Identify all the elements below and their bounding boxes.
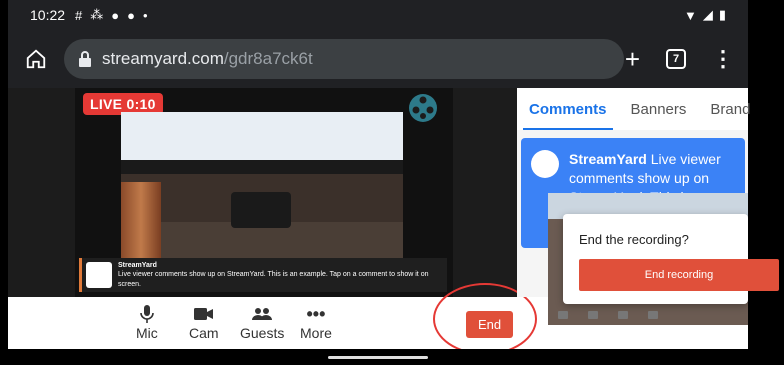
modal-control-icons [548,311,748,325]
tab-banners[interactable]: Banners [631,89,687,130]
browser-toolbar: streamyard.com/gdr8a7ck6t + 7 ⋮ [8,30,748,88]
navigation-bar [8,349,748,365]
home-button[interactable] [22,45,50,73]
app-icon: ● [127,7,135,23]
panel-tabs: Comments Banners Brand [517,88,750,130]
duck-avatar-icon [86,262,112,288]
end-recording-dialog: End the recording? End recording [563,214,779,304]
guests-label: Guests [240,325,285,341]
battery-icon: ▮ [718,7,726,22]
menu-icon[interactable]: ⋮ [712,46,734,72]
new-tab-button[interactable]: + [625,46,640,72]
more-button[interactable]: ••• More [300,303,332,342]
monitor-bezel [121,160,403,174]
wifi-icon: ▼ [683,7,697,23]
mic-button[interactable]: Mic [136,303,158,341]
toolbar-actions: + 7 ⋮ [625,46,734,72]
home-gesture-handle[interactable] [328,356,428,359]
system-icons: ▼ ◢ ▮ [684,7,726,23]
slack-icon: # [75,7,83,23]
camera-icon [588,311,598,319]
url-host: streamyard.com [102,49,224,68]
end-button[interactable]: End [466,311,514,338]
overlay-comment-text: Live viewer comments show up on StreamYa… [118,271,429,288]
signal-icon: ◢ [702,7,713,22]
network-icon: ⁂ [90,7,104,22]
end-recording-button[interactable]: End recording [579,259,779,291]
mic-icon [140,303,154,325]
more-label: More [300,325,332,341]
tab-switcher-button[interactable]: 7 [666,49,686,69]
tab-brand[interactable]: Brand [710,89,750,130]
dot-icon: • [143,7,148,23]
overlay-commenter-name: StreamYard [118,262,157,270]
mic-label: Mic [136,325,158,341]
cam-button[interactable]: Cam [189,303,219,341]
film-reel-logo-icon [409,94,437,122]
more-icon [648,311,658,319]
control-bar: Mic Cam Guests ••• More End [8,283,548,355]
guests-icon [618,311,628,319]
lock-icon [79,51,91,67]
guests-button[interactable]: Guests [240,303,284,341]
mic-icon [558,311,568,319]
screen-edge-left [0,0,8,365]
monitor-image [121,112,403,160]
broadcast-stage: LIVE 0:10 StreamYard Live viewer comment… [8,88,517,297]
tab-comments[interactable]: Comments [523,89,612,130]
dialog-title: End the recording? [579,232,689,247]
duck-avatar-icon [531,150,559,178]
camera-icon [193,303,214,325]
comment-author: StreamYard [569,151,647,167]
home-icon [26,49,46,69]
more-icon: ••• [306,303,326,324]
cam-label: Cam [189,325,219,341]
speaker-image [231,192,291,228]
app-icon: ● [111,7,120,23]
address-bar[interactable]: streamyard.com/gdr8a7ck6t [64,39,624,79]
comment-overlay: StreamYard Live viewer comments show up … [79,258,447,292]
status-time: 10:22 [30,7,66,23]
guests-icon [251,303,273,325]
notification-icons: # ⁂ ● ● • [75,7,148,23]
status-bar: 10:22 # ⁂ ● ● • ▼ ◢ ▮ [8,0,748,30]
screen-edge-right [748,0,784,365]
url-path: /gdr8a7ck6t [223,49,313,68]
